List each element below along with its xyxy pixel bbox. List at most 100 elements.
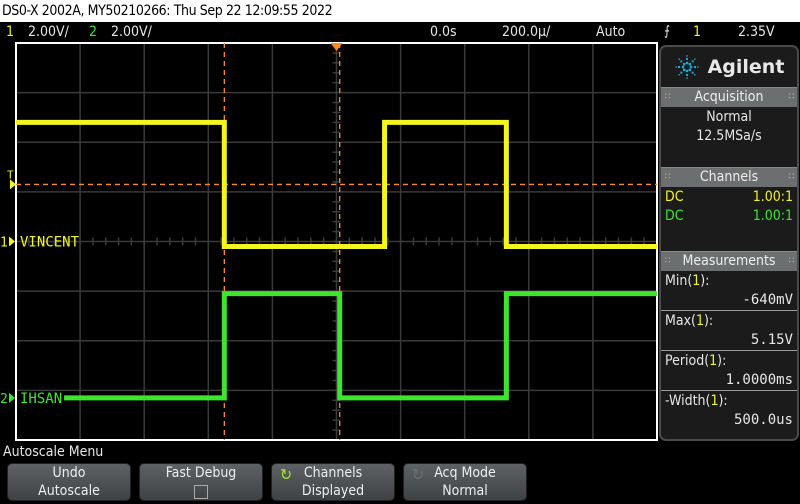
ch2-ground-marker: 2 [0,392,8,407]
channel-row: DC 1.00:1 [665,188,793,207]
spark-dot [693,58,696,60]
measurement-label: Max( [665,313,696,329]
drag-grip-icon[interactable]: ∷ [665,168,670,187]
spark-dot [691,71,694,74]
measurement-value: -640mV [742,292,793,308]
channel-row: DC 1.00:1 [665,207,793,226]
window-title: DS0-X 2002A, MY50210266: Thu Sep 22 12:0… [0,0,800,22]
spark-dot [693,74,696,76]
coupling: DC [665,189,684,205]
rising-edge-icon: ⨍ [664,24,671,39]
ch2-ground-arrow-icon [9,392,15,403]
measurement-value: 500.0us [733,412,793,428]
measurement-min: Min(1): -640mV [661,271,797,311]
spark-dot [685,55,688,57]
ch2-scale[interactable]: 2.00V/ [111,22,152,42]
spark-dot [688,68,691,72]
spark-dot [685,74,688,76]
drag-grip-icon[interactable]: ∷ [665,88,670,107]
measurement-label-end: ): [718,393,728,409]
acquisition-mode: Normal [706,109,752,125]
softkey-line2: Displayed [301,483,365,499]
spark-dot [685,61,688,65]
ch1-label: VINCENT [20,235,80,251]
measurements-title: Measurements [682,253,776,269]
measurement-period: Period(1): 1.0000ms [661,351,797,391]
time-scale[interactable]: 200.0µ/ [502,22,550,42]
measurement-label-end: ): [717,353,727,369]
sample-rate: 12.5MSa/s [696,128,762,144]
softkey-line2: Normal [442,483,488,499]
drag-grip-icon[interactable]: ∷ [665,252,670,271]
brand-logo: Agilent [661,47,797,87]
spark-dot [696,66,699,68]
spark-dot [685,69,688,73]
channels-header[interactable]: ∷ Channels ∷ [661,167,797,187]
measurement-label-end: ): [703,313,714,329]
spark-dot [677,66,680,68]
drag-grip-icon[interactable]: ∷ [789,252,794,271]
ch1-number[interactable]: 1 [6,22,14,42]
time-delay[interactable]: 0.0s [430,22,457,42]
ch1-scale[interactable]: 2.00V/ [28,22,69,42]
measurement-source: 1 [709,353,718,369]
acquisition-header[interactable]: ∷ Acquisition ∷ [661,87,797,107]
ch2-number[interactable]: 2 [89,22,97,42]
measurement-label-end: ): [700,273,710,289]
measurement-value: 1.0000ms [725,372,793,388]
spark-dot [682,62,685,66]
measurements-header[interactable]: ∷ Measurements ∷ [661,251,797,271]
channels-panel: DC 1.00:1 DC 1.00:1 [661,187,797,251]
undo-autoscale-button[interactable]: Undo Autoscale [7,463,131,501]
info-sidebar: Agilent ∷ Acquisition ∷ Normal 12.5MSa/s… [659,45,799,441]
trigger-position-marker [330,43,343,51]
softkey-line2: Autoscale [38,483,100,499]
acq-mode-button[interactable]: ↻ Acq Mode Normal [403,463,527,501]
measurement-source: 1 [695,313,704,329]
channels-title: Channels [699,169,759,185]
status-bar: 1 2.00V/ 2 2.00V/ 0.0s 200.0µ/ Auto ⨍ 1 … [0,22,800,42]
agilent-spark-icon [674,55,699,79]
spark-dot [691,60,694,63]
trigger-level-label: T [7,168,14,181]
ch1-ground-marker: 1 [0,236,8,251]
spark-dot [679,71,682,74]
probe-ratio: 1.00:1 [752,189,793,205]
ch2-label: IHSAN [20,391,62,407]
spark-dot [678,58,680,60]
spark-dot [674,66,677,68]
spark-dot [679,60,682,63]
softkey-line1: Fast Debug [165,465,237,481]
fast-debug-button[interactable]: Fast Debug [139,463,263,501]
brand-name: Agilent [707,56,785,78]
drag-grip-icon[interactable]: ∷ [789,168,794,187]
ch1-ground-arrow-icon [9,236,15,247]
spark-dot [688,62,691,66]
rotate-select-icon: ↻ [412,465,425,484]
ch2-waveform [64,291,657,401]
measurements-panel: Min(1): -640mV Max(1): 5.15V Period(1): … [661,271,797,430]
spark-dot [678,74,680,76]
spark-dot [693,66,696,68]
channels-displayed-button[interactable]: ↻ Channels Displayed [271,463,395,501]
trigger-source[interactable]: 1 [693,22,701,42]
rotate-select-icon: ↻ [280,465,293,484]
measurement-label: Period( [665,353,710,369]
fast-debug-checkbox[interactable] [194,485,208,499]
measurement-max: Max(1): 5.15V [661,311,797,351]
measurement-label: -Width( [665,393,711,409]
waveform-display[interactable]: VINCENT 1 IHSAN 2 T [0,42,660,442]
measurement-neg-width: -Width(1): 500.0us [661,391,797,430]
measurement-label: Min( [665,273,693,289]
spark-dot [685,58,688,60]
acquisition-title: Acquisition [694,89,764,105]
softkey-line1: Undo [52,465,86,481]
drag-grip-icon[interactable]: ∷ [789,88,794,107]
measurement-value: 5.15V [750,332,793,348]
acquisition-panel: Normal 12.5MSa/s [661,107,797,167]
trigger-mode[interactable]: Auto [596,22,625,42]
spark-dot [681,65,684,69]
spark-dot [689,65,692,69]
spark-dot [682,68,685,72]
trigger-level[interactable]: 2.35V [738,22,775,42]
